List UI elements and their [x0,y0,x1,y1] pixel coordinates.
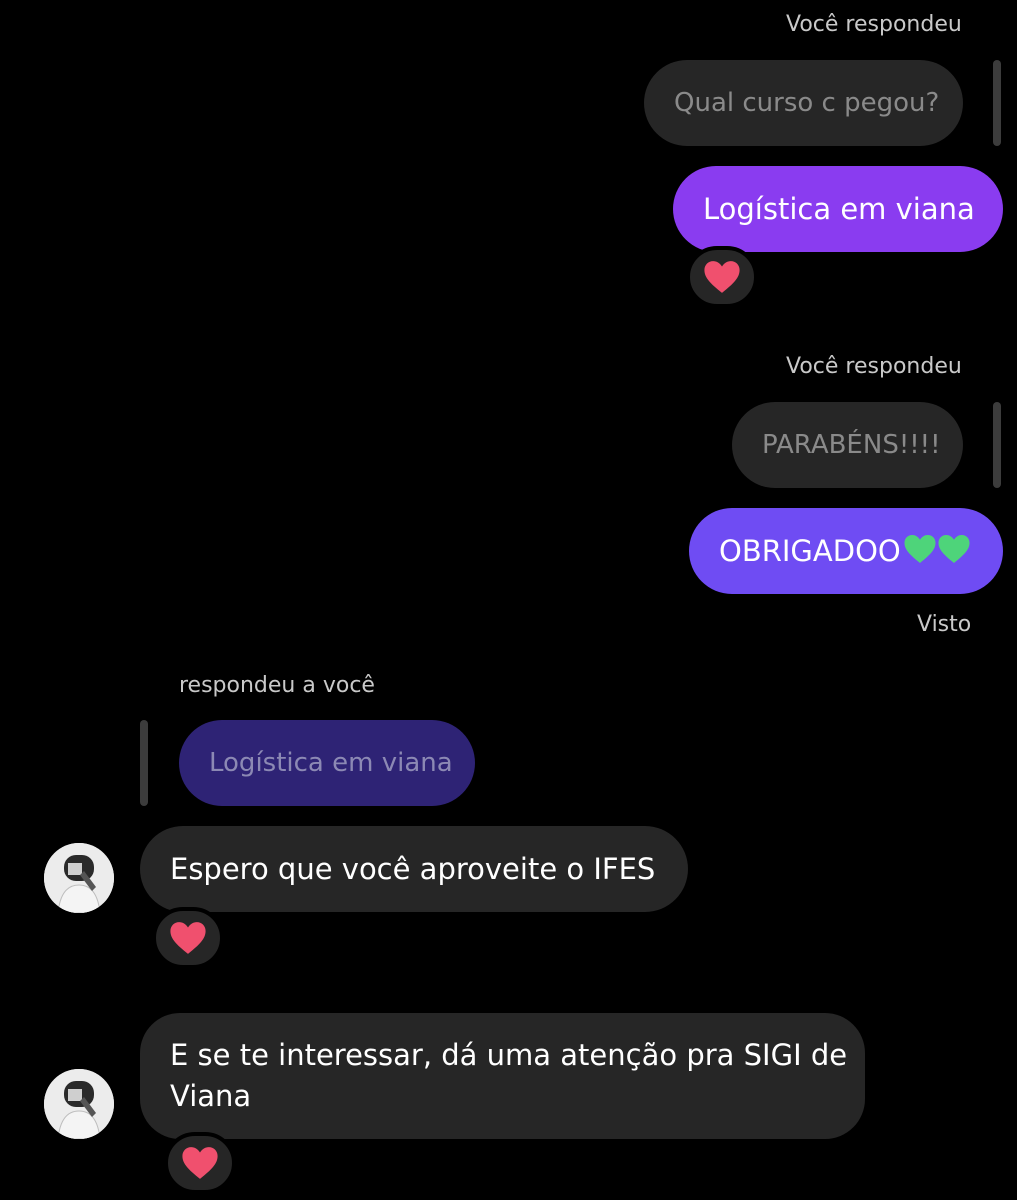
received-message-line: Viana [170,1079,252,1113]
reaction-badge[interactable] [686,246,758,308]
received-message[interactable]: Espero que você aproveite o IFES [140,826,688,912]
reply-label: respondeu a você [179,673,375,698]
avatar[interactable] [44,843,114,913]
reply-quote-bar [993,60,1001,146]
heart-icon [704,261,740,293]
green-heart-icon [938,535,970,563]
avatar-image [44,843,114,913]
heart-icon [170,922,206,954]
received-message-line: E se te interessar, dá uma atenção pra S… [170,1038,848,1072]
quoted-message[interactable]: PARABÉNS!!!! [732,402,963,488]
received-message[interactable]: E se te interessar, dá uma atenção pra S… [140,1013,865,1139]
reaction-badge[interactable] [152,907,224,969]
reply-label: Você respondeu [786,12,962,37]
quoted-message[interactable]: Qual curso c pegou? [644,60,963,146]
reply-quote-bar [993,402,1001,488]
reply-label: Você respondeu [786,354,962,379]
avatar-image [44,1069,114,1139]
avatar[interactable] [44,1069,114,1139]
reaction-badge[interactable] [164,1132,236,1194]
seen-status: Visto [917,612,972,637]
reply-quote-bar [140,720,148,806]
green-heart-icon [904,535,936,563]
heart-icon [182,1147,218,1179]
sent-message[interactable]: OBRIGADOO [689,508,1003,594]
sent-message-text: OBRIGADOO [719,534,901,568]
quoted-message[interactable]: Logística em viana [179,720,475,806]
sent-message[interactable]: Logística em viana [673,166,1003,252]
